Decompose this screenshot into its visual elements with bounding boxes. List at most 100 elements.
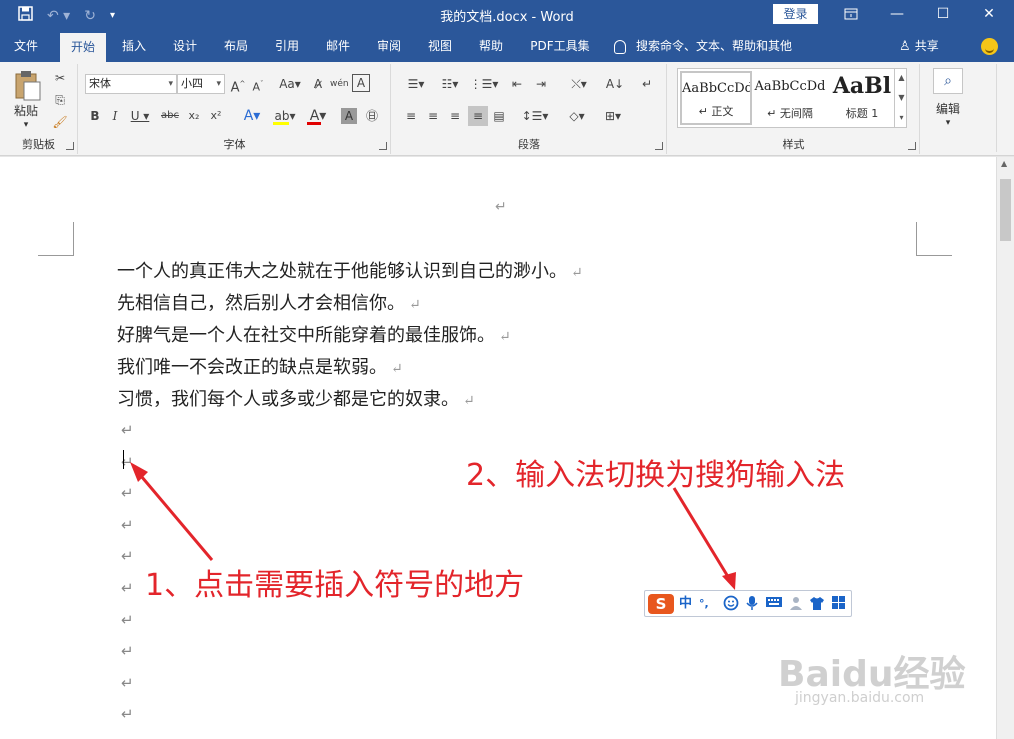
emoji-icon[interactable]	[723, 595, 739, 617]
user-icon[interactable]	[789, 595, 805, 617]
ime-mode-toggle[interactable]: 中	[679, 595, 692, 613]
keyboard-icon[interactable]	[765, 595, 783, 615]
phonetic-guide-icon[interactable]: wén	[330, 74, 349, 94]
scroll-up-icon[interactable]: ▲	[895, 68, 908, 88]
show-hide-marks-icon[interactable]: ↵	[636, 74, 658, 94]
paste-icon[interactable]	[12, 70, 42, 105]
align-left-icon[interactable]: ≡	[402, 106, 420, 126]
scrollbar-thumb[interactable]	[1000, 179, 1011, 241]
underline-icon[interactable]: U ▾	[127, 106, 153, 126]
document-paragraph[interactable]: 先相信自己，然后别人才会相信你。 ↵	[117, 289, 421, 319]
tab-layout[interactable]: 布局	[214, 30, 258, 62]
document-paragraph[interactable]: 好脾气是一个人在社交中所能穿着的最佳服饰。 ↵	[117, 321, 511, 351]
character-shading-icon[interactable]: A	[341, 108, 357, 124]
tab-design[interactable]: 设计	[163, 30, 207, 62]
clear-formatting-icon[interactable]: A̷	[309, 74, 327, 94]
search-icon[interactable]: ⌕	[933, 68, 963, 94]
more-styles-icon[interactable]: ▾	[895, 108, 908, 128]
styles-launcher-icon[interactable]	[908, 142, 916, 150]
minimize-button[interactable]: —	[874, 0, 920, 30]
empty-paragraph-mark[interactable]: ↵	[121, 642, 134, 660]
close-button[interactable]: ✕	[966, 0, 1012, 30]
character-border-icon[interactable]: A	[352, 74, 370, 92]
borders-icon[interactable]: ⊞▾	[598, 106, 628, 126]
increase-indent-icon[interactable]: ⇥	[530, 74, 552, 94]
align-center-icon[interactable]: ≡	[424, 106, 442, 126]
bold-icon[interactable]: B	[87, 106, 103, 126]
bullets-icon[interactable]: ☰▾	[400, 74, 432, 94]
empty-paragraph-mark[interactable]: ↵	[121, 611, 134, 629]
style-heading-1[interactable]: AaBl 标题 1	[826, 71, 898, 125]
feedback-smiley-icon[interactable]	[981, 38, 998, 55]
font-color-icon[interactable]: A▾	[305, 106, 331, 126]
numbering-icon[interactable]: ☷▾	[434, 74, 466, 94]
distributed-icon[interactable]: ▤	[490, 106, 508, 126]
cut-icon[interactable]: ✂	[50, 68, 70, 88]
format-painter-icon[interactable]: 🖌	[50, 112, 70, 132]
scroll-down-icon[interactable]: ▼	[895, 88, 908, 108]
document-paragraph[interactable]: 习惯，我们每个人或多或少都是它的奴隶。 ↵	[117, 385, 475, 415]
copy-icon[interactable]: ⎘	[50, 90, 70, 110]
clipboard-launcher-icon[interactable]	[66, 142, 74, 150]
enclose-characters-icon[interactable]: ㊐	[363, 106, 381, 126]
line-spacing-icon[interactable]: ↕☰▾	[520, 106, 550, 126]
editing-dropdown-icon[interactable]: ▾	[939, 114, 957, 134]
empty-paragraph-mark[interactable]: ↵	[121, 421, 134, 439]
style-no-spacing[interactable]: AaBbCcDd ↵ 无间隔	[754, 71, 826, 125]
microphone-icon[interactable]	[745, 595, 759, 617]
decrease-indent-icon[interactable]: ⇤	[506, 74, 528, 94]
vertical-scrollbar[interactable]: ▲	[996, 157, 1014, 739]
tab-review[interactable]: 审阅	[367, 30, 411, 62]
tab-help[interactable]: 帮助	[469, 30, 513, 62]
superscript-icon[interactable]: x²	[207, 106, 225, 126]
ribbon-display-icon[interactable]	[828, 0, 874, 30]
tab-home[interactable]: 开始	[60, 33, 106, 62]
shading-icon[interactable]: ◇▾	[562, 106, 592, 126]
empty-paragraph-mark[interactable]: ↵	[121, 484, 134, 502]
tab-references[interactable]: 引用	[265, 30, 309, 62]
document-paragraph[interactable]: 我们唯一不会改正的缺点是软弱。 ↵	[117, 353, 403, 383]
collapse-ribbon-icon[interactable]	[996, 64, 1012, 152]
tell-me-search[interactable]: 搜索命令、文本、帮助和其他	[614, 30, 792, 62]
paste-dropdown-icon[interactable]: ▾	[18, 116, 34, 136]
tab-file[interactable]: 文件	[4, 30, 48, 62]
empty-paragraph-mark[interactable]: ↵	[121, 705, 134, 723]
change-case-icon[interactable]: Aa▾	[277, 74, 303, 94]
shrink-font-icon[interactable]: Aˇ	[249, 74, 267, 98]
tab-pdf-tools[interactable]: PDF工具集	[522, 30, 598, 62]
paragraph-launcher-icon[interactable]	[655, 142, 663, 150]
chinese-layout-icon[interactable]: ⤬▾	[564, 74, 594, 94]
sogou-logo-icon[interactable]: S	[648, 594, 674, 614]
align-right-icon[interactable]: ≡	[446, 106, 464, 126]
empty-paragraph-mark[interactable]: ↵	[121, 579, 134, 597]
sogou-ime-toolbar[interactable]: S 中 °,	[644, 590, 852, 617]
punctuation-toggle[interactable]: °,	[699, 595, 709, 613]
tab-mailings[interactable]: 邮件	[316, 30, 360, 62]
empty-paragraph-mark[interactable]: ↵	[121, 547, 134, 565]
empty-paragraph-mark[interactable]: ↵	[121, 516, 134, 534]
subscript-icon[interactable]: x₂	[185, 106, 203, 126]
maximize-button[interactable]: ☐	[920, 0, 966, 30]
login-button[interactable]: 登录	[773, 4, 818, 24]
italic-icon[interactable]: I	[107, 106, 123, 126]
strikethrough-icon[interactable]: abc	[159, 106, 181, 126]
skin-shirt-icon[interactable]	[809, 595, 825, 617]
scroll-up-arrow-icon[interactable]: ▲	[1001, 159, 1007, 168]
toolbox-icon[interactable]	[831, 595, 846, 616]
font-name-select[interactable]: 宋体 ▾	[85, 74, 177, 94]
document-paragraph[interactable]: 一个人的真正伟大之处就在于他能够认识到自己的渺小。 ↵	[117, 257, 583, 287]
sort-icon[interactable]: A↓	[604, 74, 626, 94]
font-launcher-icon[interactable]	[379, 142, 387, 150]
tab-insert[interactable]: 插入	[112, 30, 156, 62]
text-effects-icon[interactable]: A▾	[239, 106, 265, 126]
styles-scroll[interactable]: ▲ ▼ ▾	[894, 68, 908, 128]
share-button[interactable]: ♙ 共享	[899, 30, 939, 62]
font-size-select[interactable]: 小四 ▾	[177, 74, 225, 94]
highlight-color-icon[interactable]: ab▾	[271, 106, 299, 126]
multilevel-list-icon[interactable]: ⋮☰▾	[468, 74, 500, 94]
grow-font-icon[interactable]: A^	[229, 74, 247, 98]
justify-icon[interactable]: ≡	[468, 106, 488, 126]
tab-view[interactable]: 视图	[418, 30, 462, 62]
style-normal[interactable]: AaBbCcDd ↵ 正文	[680, 71, 752, 125]
empty-paragraph-mark[interactable]: ↵	[121, 674, 134, 692]
